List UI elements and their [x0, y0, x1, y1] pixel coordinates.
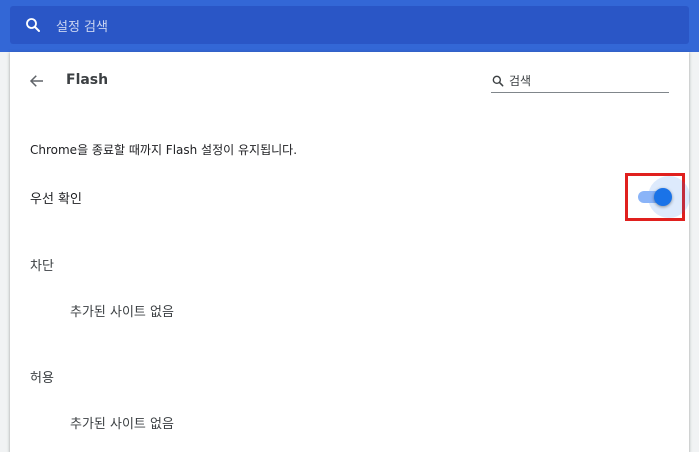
flash-settings-card: Flash Chrome을 종료할 때까지 Flash 설정이 유지됩니다. 우…	[10, 52, 690, 452]
top-bar: 설정 검색	[0, 0, 699, 52]
search-icon[interactable]	[24, 16, 42, 34]
block-section-heading: 차단	[30, 259, 54, 274]
info-message: Chrome을 종료할 때까지 Flash 설정이 유지됩니다.	[30, 143, 298, 157]
block-empty-message: 추가된 사이트 없음	[70, 305, 174, 320]
page-title: Flash	[66, 72, 109, 88]
flash-search-input[interactable]	[509, 71, 667, 91]
allow-section-heading: 허용	[30, 371, 54, 386]
settings-search-placeholder[interactable]: 설정 검색	[56, 16, 108, 35]
search-icon	[491, 73, 505, 87]
allow-empty-message: 추가된 사이트 없음	[70, 417, 174, 432]
back-arrow-icon[interactable]	[28, 72, 46, 90]
flash-search-field[interactable]	[491, 71, 669, 93]
ask-first-label: 우선 확인	[30, 192, 82, 207]
ask-first-toggle-knob[interactable]	[654, 188, 672, 206]
settings-search-box[interactable]: 설정 검색	[10, 6, 689, 44]
